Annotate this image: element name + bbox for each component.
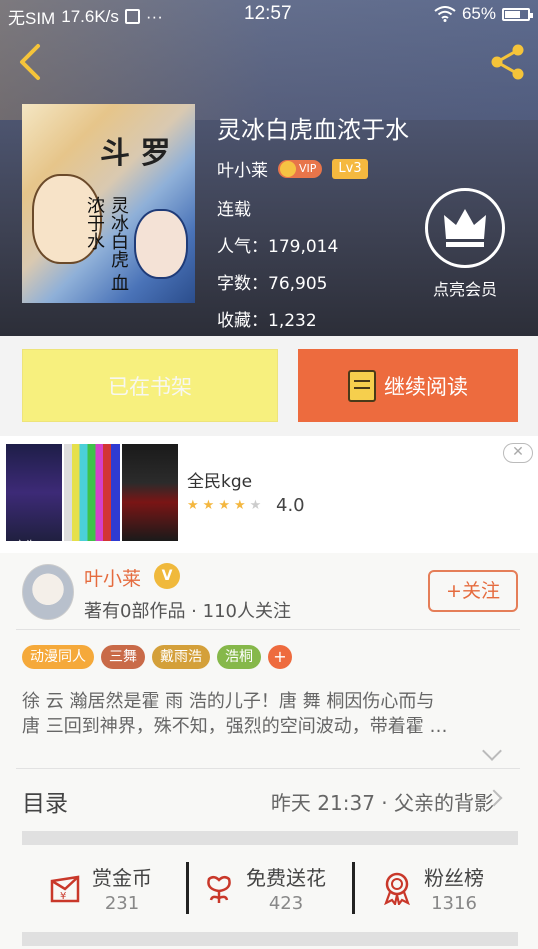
ad-app-name[interactable]: 全民kge — [187, 467, 252, 492]
send-flower-button[interactable]: 免费送花 423 — [202, 845, 326, 930]
book-icon — [348, 369, 376, 402]
ad-screenshot-1: 广告 — [6, 444, 62, 552]
word-count: 字数：76,905 — [217, 274, 328, 294]
fan-ranking-button[interactable]: 粉丝榜 1316 — [380, 845, 484, 930]
star-icon: ★ — [218, 498, 230, 513]
in-shelf-label: 已在书架 — [108, 374, 192, 399]
ad-rating-value: 4.0 — [276, 495, 305, 516]
add-tag-button[interactable]: + — [268, 645, 292, 669]
network-speed: 17.6K/s — [61, 6, 119, 26]
ad-banner[interactable]: 广告 — [0, 436, 538, 553]
member-button[interactable]: 点亮会员 — [422, 188, 508, 304]
battery-icon — [502, 7, 533, 21]
medal-icon — [384, 872, 410, 905]
member-label: 点亮会员 — [432, 280, 497, 299]
author-name[interactable]: 叶小莱 — [217, 156, 268, 181]
reward-value: 423 — [268, 892, 304, 914]
wifi-icon — [434, 6, 456, 22]
section-band — [22, 932, 518, 946]
level-badge: Lv3 — [332, 158, 368, 179]
reward-label: 粉丝榜 — [424, 865, 484, 890]
tag-list: 动漫同人 三舞 戴雨浩 浩桐 + — [22, 645, 292, 669]
separator — [352, 862, 355, 914]
synopsis-line: 徐 云 瀚居然是霍 雨 浩的儿子！唐 舞 桐因伤心而与 — [22, 691, 435, 712]
money-envelope-icon: ¥ — [50, 875, 80, 902]
reward-label: 免费送花 — [246, 865, 326, 890]
divider — [16, 629, 520, 630]
table-of-contents-row[interactable]: 目录 昨天 21:37 · 父亲的背影 — [0, 770, 538, 830]
favorites-count: 收藏：1,232 — [217, 311, 317, 331]
reward-value: 231 — [104, 892, 140, 914]
serial-status: 连载 — [217, 200, 251, 220]
cover-subtitle: 灵冰白虎 血浓于水 — [84, 196, 129, 292]
synopsis[interactable]: 徐 云 瀚居然是霍 雨 浩的儿子！唐 舞 桐因伤心而与 唐 三回到神界，殊不知，… — [22, 689, 516, 739]
reward-value: 1316 — [431, 892, 477, 914]
member-crown-icon — [425, 188, 505, 268]
reward-bar: ¥ 赏金币 231 免费送花 423 粉丝榜 1316 — [22, 845, 518, 930]
synopsis-line: 唐 三回到神界，殊不知，强烈的空间波动，带着霍 … — [22, 716, 448, 737]
follow-button[interactable]: +关注 — [428, 570, 518, 612]
cover-character-right — [134, 209, 188, 279]
star-icon: ★ — [202, 498, 215, 513]
screenshot-icon — [124, 9, 140, 24]
star-empty-icon: ★ — [249, 498, 262, 513]
ad-screenshot-3 — [122, 444, 178, 541]
svg-text:¥: ¥ — [60, 891, 66, 902]
vip-label: VIP — [299, 162, 317, 175]
popularity: 人气：179,014 — [217, 237, 339, 257]
tag-item[interactable]: 浩桐 — [217, 645, 261, 669]
status-bar: 无SIM 17.6K/s ··· 12:57 65% — [0, 0, 538, 30]
toc-label: 目录 — [22, 791, 68, 817]
tag-item[interactable]: 戴雨浩 — [152, 645, 210, 669]
tag-item[interactable]: 三舞 — [101, 645, 145, 669]
ad-close-icon[interactable]: ✕ — [503, 443, 533, 463]
ad-tag: 广告 — [14, 539, 36, 552]
clock: 12:57 — [244, 3, 292, 24]
avatar[interactable] — [22, 564, 74, 620]
star-icon: ★ — [233, 498, 246, 513]
back-chevron-icon[interactable] — [12, 42, 48, 82]
section-band — [22, 831, 518, 845]
battery-percent: 65% — [461, 4, 496, 23]
action-bar: 已在书架 继续阅读 — [0, 336, 538, 436]
continue-reading-label: 继续阅读 — [384, 374, 468, 399]
ad-rating-stars: ★ ★ ★ ★ ★ — [187, 498, 261, 513]
crown-icon — [280, 160, 296, 177]
more-dots: ··· — [145, 6, 163, 26]
author-stats: 著有0部作品 · 110人关注 — [84, 601, 291, 622]
author-row: 叶小莱 VIP Lv3 — [217, 156, 368, 181]
divider — [16, 768, 520, 769]
card-author-name[interactable]: 叶小莱 — [84, 564, 141, 591]
reward-coins-button[interactable]: ¥ 赏金币 231 — [48, 845, 152, 930]
ad-screenshot-2 — [64, 444, 120, 541]
reward-label: 赏金币 — [92, 865, 152, 890]
carrier-text: 无SIM — [8, 9, 56, 28]
star-icon: ★ — [187, 498, 199, 513]
share-icon[interactable] — [488, 42, 528, 82]
cover-title: 斗 罗 — [100, 136, 171, 171]
separator — [186, 862, 189, 914]
latest-chapter: 昨天 21:37 · 父亲的背影 — [270, 791, 494, 815]
book-cover[interactable]: 斗 罗 灵冰白虎 血浓于水 — [22, 104, 195, 303]
verified-badge-icon: V — [154, 563, 180, 589]
in-shelf-button[interactable]: 已在书架 — [22, 349, 278, 422]
flower-icon — [207, 875, 231, 903]
tag-item[interactable]: 动漫同人 — [22, 645, 94, 669]
continue-reading-button[interactable]: 继续阅读 — [298, 349, 518, 422]
vip-badge: VIP — [278, 159, 323, 178]
book-title: 灵冰白虎血浓于水 — [217, 116, 409, 144]
